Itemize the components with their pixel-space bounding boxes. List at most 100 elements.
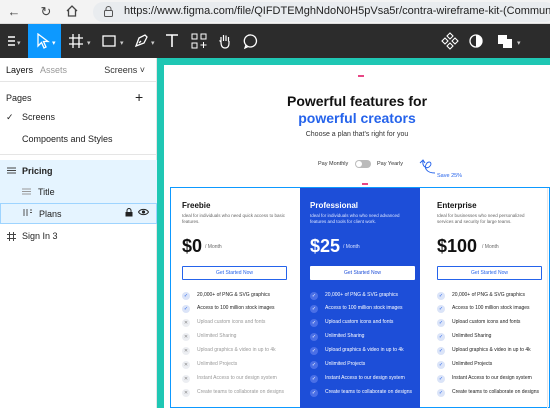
get-started-button[interactable]: Get Started Now bbox=[310, 266, 415, 280]
check-icon: ✓ bbox=[310, 389, 318, 397]
feature-text: 20,000+ of PNG & SVG graphics bbox=[325, 292, 398, 298]
layer-label: Title bbox=[38, 187, 55, 197]
feature-item: ✕ Upload graphics & video in up to 4k bbox=[182, 347, 292, 357]
layers-panel: Layers Assets Screens ˅ Pages + ✓ Screen… bbox=[0, 58, 157, 408]
components-icon[interactable] bbox=[440, 31, 460, 51]
plan-description: Ideal for individuals who who need advan… bbox=[310, 213, 400, 224]
feature-text: Unlimited Sharing bbox=[452, 333, 492, 339]
contrast-icon[interactable] bbox=[466, 31, 486, 51]
add-page-button[interactable]: + bbox=[135, 89, 143, 105]
feature-text: Upload custom icons and fonts bbox=[452, 319, 521, 325]
feature-text: Unlimited Projects bbox=[325, 361, 366, 367]
plan-period: / Month bbox=[482, 244, 499, 250]
feature-text: 20,000+ of PNG & SVG graphics bbox=[197, 292, 270, 298]
pages-title: Pages bbox=[6, 93, 32, 103]
plan-name: Professional bbox=[310, 201, 359, 210]
pricing-frame[interactable]: Powerful features for powerful creators … bbox=[164, 65, 550, 408]
boolean-groups-icon[interactable] bbox=[495, 31, 515, 51]
feature-text: Instant Access to our design system bbox=[452, 375, 532, 381]
check-icon: ✓ bbox=[182, 305, 190, 313]
frame-tool-icon[interactable] bbox=[66, 31, 86, 51]
plan-name: Enterprise bbox=[437, 201, 477, 210]
feature-item: ✓ Upload graphics & video in up to 4k bbox=[310, 347, 420, 357]
url-text[interactable]: https://www.figma.com/file/QIFDTEMghNdoN… bbox=[124, 5, 550, 17]
check-icon: ✓ bbox=[437, 319, 445, 327]
billing-toggle[interactable] bbox=[355, 160, 371, 168]
visibility-icon[interactable] bbox=[137, 208, 150, 218]
feature-text: Upload graphics & video in up to 4k bbox=[325, 347, 404, 353]
plan-period: / Month bbox=[205, 244, 222, 250]
feature-item: ✓ Upload custom icons and fonts bbox=[437, 319, 547, 329]
current-page-dropdown[interactable]: Screens ˅ bbox=[104, 65, 145, 75]
feature-text: Upload custom icons and fonts bbox=[197, 319, 266, 325]
feature-text: Unlimited Projects bbox=[452, 361, 493, 367]
feature-item: ✓ 20,000+ of PNG & SVG graphics bbox=[437, 292, 547, 302]
layer-title[interactable]: Title bbox=[0, 182, 157, 203]
reload-icon[interactable]: ↻ bbox=[38, 4, 54, 20]
frame-icon bbox=[7, 166, 16, 177]
feature-item: ✓ Unlimited Projects bbox=[437, 361, 547, 371]
pay-monthly-label: Pay Monthly bbox=[318, 161, 349, 167]
feature-item: ✕ Upload custom icons and fonts bbox=[182, 319, 292, 329]
plan-name: Freebie bbox=[182, 201, 211, 210]
lock-layer-icon[interactable] bbox=[125, 208, 133, 219]
tab-layers[interactable]: Layers bbox=[6, 65, 33, 75]
feature-item: ✓ Upload graphics & video in up to 4k bbox=[437, 347, 547, 357]
cross-icon: ✕ bbox=[182, 347, 190, 355]
cross-icon: ✕ bbox=[182, 389, 190, 397]
plan-card-freebie[interactable]: Freebie Ideal for individuals who need q… bbox=[172, 188, 292, 408]
cross-icon: ✕ bbox=[182, 361, 190, 369]
design-canvas[interactable]: Powerful features for powerful creators … bbox=[157, 58, 550, 408]
back-icon[interactable]: ← bbox=[6, 4, 22, 20]
hand-tool-icon[interactable] bbox=[215, 31, 235, 51]
chevron-down-icon[interactable]: ▾ bbox=[17, 39, 21, 47]
move-tool-button[interactable]: ▾ bbox=[28, 24, 61, 58]
feature-text: Upload graphics & video in up to 4k bbox=[452, 347, 531, 353]
layer-plans[interactable]: Plans bbox=[0, 203, 157, 224]
plan-price: $100 bbox=[437, 236, 478, 256]
plan-card-professional[interactable]: Professional Ideal for individuals who w… bbox=[300, 188, 420, 408]
feature-item: ✓ Unlimited Sharing bbox=[437, 333, 547, 343]
autolayout-icon bbox=[23, 208, 33, 219]
check-icon: ✓ bbox=[310, 361, 318, 369]
feature-text: Upload custom icons and fonts bbox=[325, 319, 394, 325]
resources-icon[interactable] bbox=[189, 31, 209, 51]
pen-tool-icon[interactable] bbox=[131, 31, 151, 51]
feature-text: Access to 100 million stock images bbox=[452, 305, 530, 311]
layer-pricing[interactable]: Pricing bbox=[0, 160, 157, 182]
check-icon: ✓ bbox=[437, 305, 445, 313]
feature-text: 20,000+ of PNG & SVG graphics bbox=[452, 292, 525, 298]
home-icon[interactable] bbox=[64, 4, 80, 20]
plan-card-enterprise[interactable]: Enterprise Ideal for businesses who need… bbox=[427, 188, 547, 408]
plan-period: / Month bbox=[343, 244, 360, 250]
check-icon: ✓ bbox=[437, 333, 445, 341]
check-icon: ✓ bbox=[437, 361, 445, 369]
check-icon: ✓ bbox=[182, 292, 190, 300]
move-tool-icon bbox=[37, 33, 50, 49]
check-icon: ✓ bbox=[310, 292, 318, 300]
get-started-button[interactable]: Get Started Now bbox=[182, 266, 287, 280]
rectangle-tool-icon[interactable] bbox=[99, 31, 119, 51]
plan-description: Ideal for individuals who need quick acc… bbox=[182, 213, 286, 224]
frame-icon bbox=[7, 232, 16, 243]
lock-icon bbox=[104, 6, 113, 17]
page-item-components[interactable]: Compoents and Styles bbox=[0, 129, 157, 149]
layer-sign-in[interactable]: Sign In 3 bbox=[0, 226, 157, 246]
card-divider bbox=[547, 188, 548, 408]
tab-assets[interactable]: Assets bbox=[40, 65, 67, 75]
feature-item: ✓ Unlimited Sharing bbox=[310, 333, 420, 343]
feature-text: Unlimited Projects bbox=[197, 361, 238, 367]
cross-icon: ✕ bbox=[182, 319, 190, 327]
text-tool-icon[interactable] bbox=[162, 31, 182, 51]
pay-yearly-label: Pay Yearly bbox=[377, 161, 403, 167]
curly-arrow-icon bbox=[419, 159, 436, 174]
main-menu-icon[interactable] bbox=[4, 31, 24, 51]
text-layer-icon bbox=[22, 187, 31, 198]
comment-tool-icon[interactable] bbox=[241, 31, 261, 51]
get-started-button[interactable]: Get Started Now bbox=[437, 266, 542, 280]
layer-label: Sign In 3 bbox=[22, 231, 58, 241]
page-item-screens[interactable]: ✓ Screens bbox=[0, 107, 157, 127]
feature-item: ✓ Create teams to collaborate on designs bbox=[310, 389, 420, 399]
feature-item: ✓ 20,000+ of PNG & SVG graphics bbox=[310, 292, 420, 302]
feature-item: ✕ Create teams to collaborate on designs bbox=[182, 389, 292, 399]
